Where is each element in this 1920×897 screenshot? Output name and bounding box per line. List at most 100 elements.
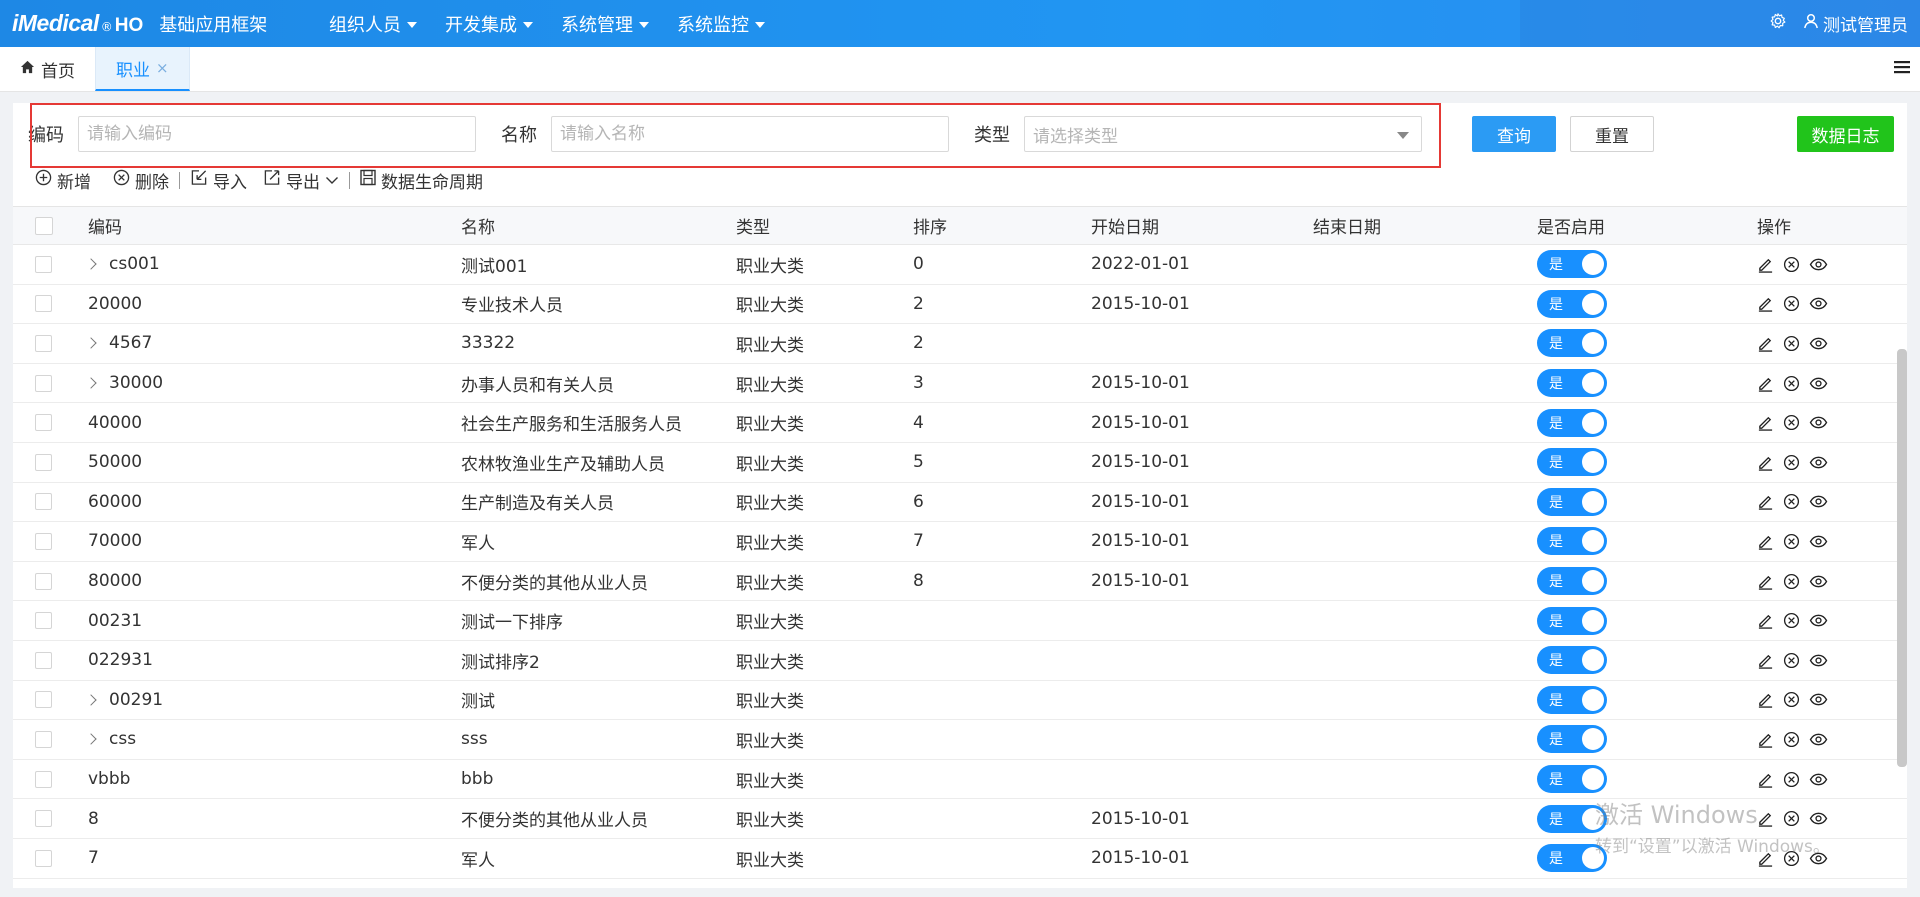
view-eye-icon[interactable] [1809,295,1828,312]
enabled-toggle[interactable]: 是 [1537,369,1607,398]
table-row[interactable]: 70000 军人 职业大类 7 2015-10-01 是 [13,522,1907,562]
col-type[interactable]: 类型 [736,213,770,238]
enabled-toggle[interactable]: 是 [1537,289,1607,318]
edit-icon[interactable] [1757,493,1774,511]
edit-icon[interactable] [1757,652,1774,669]
table-row[interactable]: 20000 专业技术人员 职业大类 2 2015-10-01 是 [13,285,1907,325]
app-logo[interactable]: iMedical ® HO 基础应用框架 [0,10,305,37]
enabled-toggle[interactable]: 是 [1537,804,1607,833]
edit-icon[interactable] [1757,612,1774,629]
enabled-toggle[interactable]: 是 [1537,250,1607,279]
view-eye-icon[interactable] [1809,573,1828,590]
delete-circle-icon[interactable] [1783,810,1800,827]
enabled-toggle[interactable]: 是 [1537,329,1607,358]
view-eye-icon[interactable] [1809,691,1828,708]
delete-circle-icon[interactable] [1783,533,1800,550]
code-input[interactable] [78,116,476,152]
nav-system-monitor[interactable]: 系统监控 [673,11,769,37]
delete-circle-icon[interactable] [1783,335,1800,352]
enabled-toggle[interactable]: 是 [1537,448,1607,477]
row-checkbox[interactable] [35,691,52,709]
edit-icon[interactable] [1757,691,1774,709]
table-row[interactable]: 30000 办事人员和有关人员 职业大类 3 2015-10-01 是 [13,364,1907,404]
edit-icon[interactable] [1757,533,1774,550]
enabled-toggle[interactable]: 是 [1537,606,1607,635]
row-checkbox[interactable] [35,612,52,630]
edit-icon[interactable] [1757,335,1774,352]
view-eye-icon[interactable] [1809,375,1828,392]
name-input[interactable] [551,116,949,152]
view-eye-icon[interactable] [1809,652,1828,669]
col-end-date[interactable]: 结束日期 [1313,213,1381,238]
view-eye-icon[interactable] [1809,612,1828,629]
chevron-right-icon[interactable] [85,377,97,389]
table-row[interactable]: 40000 社会生产服务和生活服务人员 职业大类 4 2015-10-01 是 [13,403,1907,443]
table-row[interactable]: 4567 33322 职业大类 2 是 [13,324,1907,364]
table-row[interactable]: 8 不便分类的其他从业人员 职业大类 2015-10-01 是 [13,799,1907,839]
view-eye-icon[interactable] [1809,335,1828,352]
view-eye-icon[interactable] [1809,533,1828,550]
reset-button[interactable]: 重置 [1570,116,1654,152]
edit-icon[interactable] [1757,454,1774,471]
delete-circle-icon[interactable] [1783,454,1800,471]
row-checkbox[interactable] [35,414,52,432]
edit-icon[interactable] [1757,414,1774,431]
delete-circle-icon[interactable] [1783,493,1800,510]
enabled-toggle[interactable]: 是 [1537,646,1607,675]
edit-icon[interactable] [1757,295,1774,313]
edit-icon[interactable] [1757,810,1774,827]
table-row[interactable]: css sss 职业大类 是 [13,720,1907,760]
delete-circle-icon[interactable] [1783,612,1800,629]
nav-dev-integration[interactable]: 开发集成 [441,11,537,37]
query-button[interactable]: 查询 [1472,116,1556,152]
row-checkbox[interactable] [35,493,52,511]
view-eye-icon[interactable] [1809,771,1828,788]
col-code[interactable]: 编码 [88,213,122,238]
chevron-right-icon[interactable] [85,258,97,270]
enabled-toggle[interactable]: 是 [1537,527,1607,556]
table-row[interactable]: 00231 测试一下排序 职业大类 是 [13,601,1907,641]
table-row[interactable]: 00291 测试 职业大类 是 [13,681,1907,721]
export-button[interactable]: 导出 [255,168,347,193]
enabled-toggle[interactable]: 是 [1537,685,1607,714]
tab-occupation[interactable]: 职业 × [95,47,190,91]
view-eye-icon[interactable] [1809,850,1828,867]
row-checkbox[interactable] [35,730,52,748]
delete-circle-icon[interactable] [1783,295,1800,312]
table-row[interactable]: 7 军人 职业大类 2015-10-01 是 [13,839,1907,879]
row-checkbox[interactable] [35,572,52,590]
col-sort[interactable]: 排序 [913,213,947,238]
enabled-toggle[interactable]: 是 [1537,725,1607,754]
hamburger-menu-icon[interactable] [1894,59,1910,79]
enabled-toggle[interactable]: 是 [1537,567,1607,596]
col-enabled[interactable]: 是否启用 [1537,213,1605,238]
view-eye-icon[interactable] [1809,810,1828,827]
edit-icon[interactable] [1757,375,1774,392]
delete-circle-icon[interactable] [1783,771,1800,788]
row-checkbox[interactable] [35,849,52,867]
close-icon[interactable]: × [156,59,169,77]
view-eye-icon[interactable] [1809,414,1828,431]
row-checkbox[interactable] [35,770,52,788]
row-checkbox[interactable] [35,334,52,352]
delete-circle-icon[interactable] [1783,652,1800,669]
type-select[interactable]: 请选择类型 [1024,116,1422,152]
table-row[interactable]: 022931 测试排序2 职业大类 是 [13,641,1907,681]
row-checkbox[interactable] [35,532,52,550]
edit-icon[interactable] [1757,731,1774,748]
lifecycle-button[interactable]: 数据生命周期 [352,168,491,193]
nav-system-management[interactable]: 系统管理 [557,11,653,37]
chevron-right-icon[interactable] [85,337,97,350]
edit-icon[interactable] [1757,771,1774,788]
row-checkbox[interactable] [35,453,52,471]
view-eye-icon[interactable] [1809,256,1828,273]
delete-circle-icon[interactable] [1783,691,1800,708]
delete-circle-icon[interactable] [1783,850,1800,867]
view-eye-icon[interactable] [1809,731,1828,748]
delete-circle-icon[interactable] [1783,731,1800,748]
table-row[interactable]: 60000 生产制造及有关人员 职业大类 6 2015-10-01 是 [13,483,1907,523]
enabled-toggle[interactable]: 是 [1537,844,1607,873]
delete-circle-icon[interactable] [1783,256,1800,273]
delete-circle-icon[interactable] [1783,414,1800,431]
enabled-toggle[interactable]: 是 [1537,487,1607,516]
